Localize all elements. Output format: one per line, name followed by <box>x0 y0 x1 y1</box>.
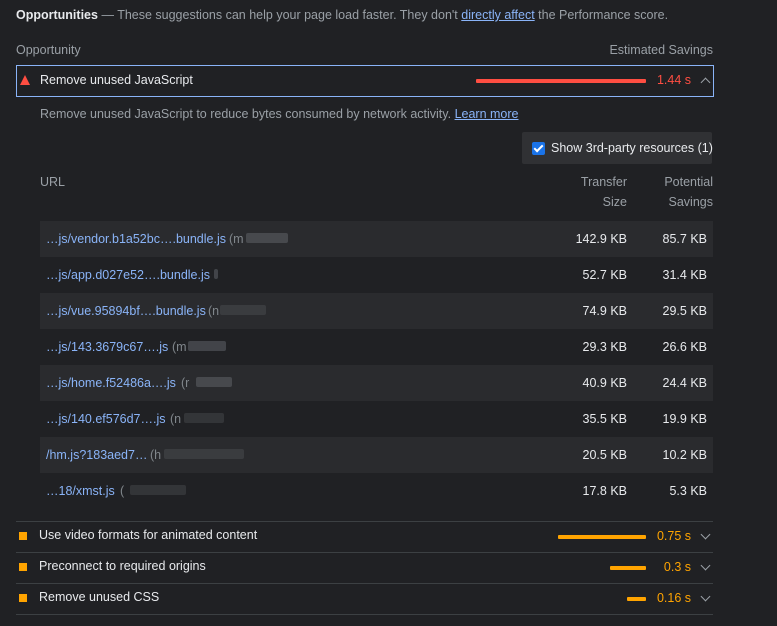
audit-title: Remove unused JavaScript <box>40 73 193 87</box>
resource-url[interactable]: …js/app.d027e52….bundle.js <box>46 268 210 282</box>
potential-savings: 31.4 KB <box>662 268 707 282</box>
header-description-end: the Performance score. <box>538 8 669 22</box>
audit-title: Use video formats for animated content <box>39 528 258 542</box>
redacted-host <box>184 413 224 423</box>
savings-bar <box>558 535 646 539</box>
audit-remove-unused-css[interactable]: Remove unused CSS 0.16 s <box>16 583 713 614</box>
resource-table: …js/vendor.b1a52bc….bundle.js (m 142.9 K… <box>40 221 713 509</box>
potential-savings: 5.3 KB <box>669 484 707 498</box>
chevron-up-icon[interactable] <box>700 77 711 88</box>
header-description: These suggestions can help your page loa… <box>117 8 458 22</box>
third-party-filter[interactable]: Show 3rd-party resources (1) <box>522 132 713 164</box>
transfer-size: 17.8 KB <box>582 484 627 498</box>
potential-savings: 29.5 KB <box>662 304 707 318</box>
third-party-checkbox[interactable] <box>532 142 545 155</box>
third-party-label: Show 3rd-party resources (1) <box>551 141 713 155</box>
checkmark-icon <box>533 142 544 153</box>
potential-savings: 85.7 KB <box>662 232 707 246</box>
resource-host: (m <box>229 232 244 246</box>
estimated-savings-column-heading: Estimated Savings <box>609 43 713 57</box>
section-title: Opportunities <box>16 8 98 22</box>
transfer-size: 40.9 KB <box>582 376 627 390</box>
savings-value: 0.16 s <box>656 591 691 605</box>
section-header: Opportunities — These suggestions can he… <box>16 8 668 22</box>
resource-url[interactable]: /hm.js?183aed7… <box>46 448 147 462</box>
opportunity-column-heading: Opportunity <box>16 43 81 57</box>
chevron-down-icon[interactable] <box>700 560 711 571</box>
resource-host: (n <box>208 304 220 318</box>
redacted-host <box>214 269 218 279</box>
resource-host: (h <box>150 448 162 462</box>
table-row: …js/143.3679c67….js (m 29.3 KB 26.6 KB <box>40 329 713 365</box>
orange-square-icon <box>19 563 27 571</box>
orange-square-icon <box>19 532 27 540</box>
redacted-host <box>246 233 288 243</box>
transfer-size-column-heading: Transfer Size <box>580 175 627 209</box>
redacted-host <box>196 377 232 387</box>
table-row: /hm.js?183aed7… (h 20.5 KB 10.2 KB <box>40 437 713 473</box>
savings-bar <box>627 597 646 601</box>
table-row: …js/vue.95894bf….bundle.js (n 74.9 KB 29… <box>40 293 713 329</box>
audit-title: Preconnect to required origins <box>39 559 206 573</box>
savings-bar <box>476 79 646 83</box>
table-row: …18/xmst.js ( 17.8 KB 5.3 KB <box>40 473 713 509</box>
audit-preconnect-origins[interactable]: Preconnect to required origins 0.3 s <box>16 552 713 583</box>
orange-square-icon <box>19 594 27 602</box>
potential-savings: 26.6 KB <box>662 340 707 354</box>
resource-url[interactable]: …js/home.f52486a….js <box>46 376 176 390</box>
divider <box>16 614 713 615</box>
transfer-size: 20.5 KB <box>582 448 627 462</box>
audit-use-video-formats[interactable]: Use video formats for animated content 0… <box>16 521 713 552</box>
red-triangle-icon <box>20 75 30 85</box>
description-text: Remove unused JavaScript to reduce bytes… <box>40 107 452 121</box>
redacted-host <box>130 485 186 495</box>
column-headings: Opportunity Estimated Savings <box>16 43 713 57</box>
header-dash: — <box>101 8 114 22</box>
table-row: …js/140.ef576d7….js (n 35.5 KB 19.9 KB <box>40 401 713 437</box>
table-row: …js/app.d027e52….bundle.js 52.7 KB 31.4 … <box>40 257 713 293</box>
table-row: …js/home.f52486a….js (r 40.9 KB 24.4 KB <box>40 365 713 401</box>
chevron-down-icon[interactable] <box>700 529 711 540</box>
transfer-size: 142.9 KB <box>575 232 627 246</box>
resource-host: (m <box>172 340 187 354</box>
chevron-down-icon[interactable] <box>700 591 711 602</box>
resource-url[interactable]: …js/140.ef576d7….js <box>46 412 166 426</box>
savings-value: 0.75 s <box>656 529 691 543</box>
audit-title: Remove unused CSS <box>39 590 160 604</box>
resource-host: (r <box>181 376 190 390</box>
table-row: …js/vendor.b1a52bc….bundle.js (m 142.9 K… <box>40 221 713 257</box>
redacted-host <box>220 305 266 315</box>
potential-savings: 10.2 KB <box>662 448 707 462</box>
resource-host: ( <box>120 484 125 498</box>
resource-host: (n <box>170 412 182 426</box>
transfer-size: 52.7 KB <box>582 268 627 282</box>
redacted-host <box>164 449 244 459</box>
directly-affect-link[interactable]: directly affect <box>461 8 534 22</box>
transfer-size: 29.3 KB <box>582 340 627 354</box>
transfer-size: 74.9 KB <box>582 304 627 318</box>
resource-url[interactable]: …js/143.3679c67….js <box>46 340 168 354</box>
audit-remove-unused-javascript[interactable]: Remove unused JavaScript 1.44 s <box>16 65 714 97</box>
savings-bar <box>610 566 646 570</box>
resource-url[interactable]: …js/vendor.b1a52bc….bundle.js <box>46 232 226 246</box>
redacted-host <box>188 341 226 351</box>
potential-savings: 24.4 KB <box>662 376 707 390</box>
potential-savings-column-heading: Potential Savings <box>664 175 713 209</box>
resource-url[interactable]: …18/xmst.js <box>46 484 115 498</box>
savings-value: 0.3 s <box>663 560 691 574</box>
learn-more-link[interactable]: Learn more <box>455 107 519 121</box>
resource-url[interactable]: …js/vue.95894bf….bundle.js <box>46 304 206 318</box>
url-column-heading: URL <box>40 175 66 189</box>
savings-value: 1.44 s <box>656 73 691 87</box>
audit-description: Remove unused JavaScript to reduce bytes… <box>40 107 519 121</box>
potential-savings: 19.9 KB <box>662 412 707 426</box>
transfer-size: 35.5 KB <box>582 412 627 426</box>
